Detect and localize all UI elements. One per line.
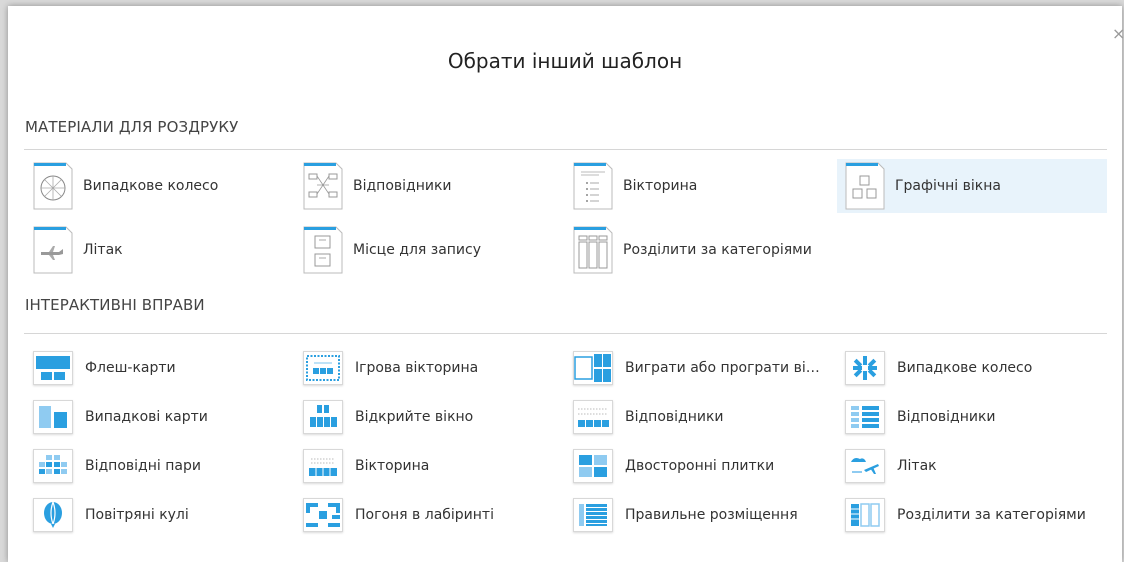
item-label: Відповідники xyxy=(897,409,996,425)
write-space-icon xyxy=(303,226,343,274)
item-label: Розділити за категоріями xyxy=(897,507,1086,523)
item-label: Погоня в лабіринті xyxy=(355,507,494,523)
printable-item-write-space[interactable]: Місце для запису xyxy=(286,226,556,274)
printables-divider xyxy=(24,149,1107,150)
group-sort-icon xyxy=(845,498,885,532)
modal-title: Обрати інший шаблон xyxy=(447,49,683,73)
printables-heading: МАТЕРІАЛИ ДЛЯ РОЗДРУКУ xyxy=(25,118,239,136)
interactives-heading: ІНТЕРАКТИВНІ ВПРАВИ xyxy=(25,296,205,314)
item-label: Правильне розміщення xyxy=(625,507,798,523)
printable-item-match-up[interactable]: Відповідники xyxy=(286,162,556,210)
spinner-wheel-icon xyxy=(845,351,885,385)
interactive-item-random-cards[interactable]: Випадкові карти xyxy=(16,393,286,441)
match-up-icon xyxy=(573,400,613,434)
interactive-item-flash-cards[interactable]: Флеш-карти xyxy=(16,344,286,392)
item-label: Ігрова вікторина xyxy=(355,360,479,376)
item-label: Відповідні пари xyxy=(85,458,201,474)
printable-item-image-boxes[interactable]: Графічні вікна xyxy=(837,159,1107,213)
gameshow-quiz-icon xyxy=(303,351,343,385)
airplane-icon xyxy=(845,449,885,483)
item-label: Випадкові карти xyxy=(85,409,208,425)
spinner-wheel-icon xyxy=(33,162,73,210)
interactive-item-airplane[interactable]: Літак xyxy=(828,442,1098,490)
item-label: Флеш-карти xyxy=(85,360,176,376)
quiz-icon xyxy=(573,162,613,210)
printable-item-spinner-wheel[interactable]: Випадкове колесо xyxy=(16,162,286,210)
group-sort-icon xyxy=(573,226,613,274)
item-label: Вікторина xyxy=(623,178,698,194)
item-label: Відповідники xyxy=(353,178,452,194)
interactive-item-gameshow-quiz[interactable]: Ігрова вікторина xyxy=(286,344,556,392)
interactives-divider xyxy=(24,333,1107,334)
interactive-item-group-sort[interactable]: Розділити за категоріями xyxy=(828,491,1098,539)
match-up-icon xyxy=(303,162,343,210)
interactive-item-win-or-lose-quiz[interactable]: Виграти або програти вікт... xyxy=(556,344,826,392)
printable-item-airplane[interactable]: Літак xyxy=(16,226,286,274)
interactive-item-matching-pairs[interactable]: Відповідні пари xyxy=(16,442,286,490)
balloon-pop-icon xyxy=(33,498,73,532)
interactive-item-match-up[interactable]: Відповідники xyxy=(556,393,826,441)
item-label: Місце для запису xyxy=(353,242,482,258)
item-label: Літак xyxy=(897,458,937,474)
interactive-item-open-the-box[interactable]: Відкрийте вікно xyxy=(286,393,556,441)
item-label: Літак xyxy=(83,242,123,258)
item-label: Двосторонні плитки xyxy=(625,458,775,474)
interactive-item-spinner-wheel[interactable]: Випадкове колесо xyxy=(828,344,1098,392)
quiz-icon xyxy=(303,449,343,483)
airplane-icon xyxy=(33,226,73,274)
interactive-item-maze-chase[interactable]: Погоня в лабіринті xyxy=(286,491,556,539)
image-boxes-icon xyxy=(845,162,885,210)
template-picker-modal: × Обрати інший шаблон МАТЕРІАЛИ ДЛЯ РОЗД… xyxy=(8,6,1124,562)
matching-pairs-icon xyxy=(33,449,73,483)
item-label: Виграти або програти вікт... xyxy=(625,360,826,376)
item-label: Вікторина xyxy=(355,458,430,474)
item-label: Графічні вікна xyxy=(895,178,1001,194)
item-label: Повітряні кулі xyxy=(85,507,189,523)
random-cards-icon xyxy=(33,400,73,434)
item-label: Випадкове колесо xyxy=(83,178,219,194)
item-label: Відповідники xyxy=(625,409,724,425)
flip-tiles-icon xyxy=(573,449,613,483)
win-or-lose-quiz-icon xyxy=(573,351,613,385)
interactive-item-quiz[interactable]: Вікторина xyxy=(286,442,556,490)
item-label: Відкрийте вікно xyxy=(355,409,474,425)
interactive-item-flip-tiles[interactable]: Двосторонні плитки xyxy=(556,442,826,490)
close-icon[interactable]: × xyxy=(1112,24,1124,44)
printable-item-group-sort[interactable]: Розділити за категоріями xyxy=(556,226,826,274)
labelled-diagram-icon xyxy=(845,400,885,434)
maze-chase-icon xyxy=(303,498,343,532)
open-the-box-icon xyxy=(303,400,343,434)
interactive-item-balloon-pop[interactable]: Повітряні кулі xyxy=(16,491,286,539)
item-label: Розділити за категоріями xyxy=(623,242,812,258)
rank-order-icon xyxy=(573,498,613,532)
interactive-item-labelled-diagram[interactable]: Відповідники xyxy=(828,393,1098,441)
flash-cards-icon xyxy=(33,351,73,385)
interactive-item-rank-order[interactable]: Правильне розміщення xyxy=(556,491,826,539)
item-label: Випадкове колесо xyxy=(897,360,1033,376)
printable-item-quiz[interactable]: Вікторина xyxy=(556,162,826,210)
